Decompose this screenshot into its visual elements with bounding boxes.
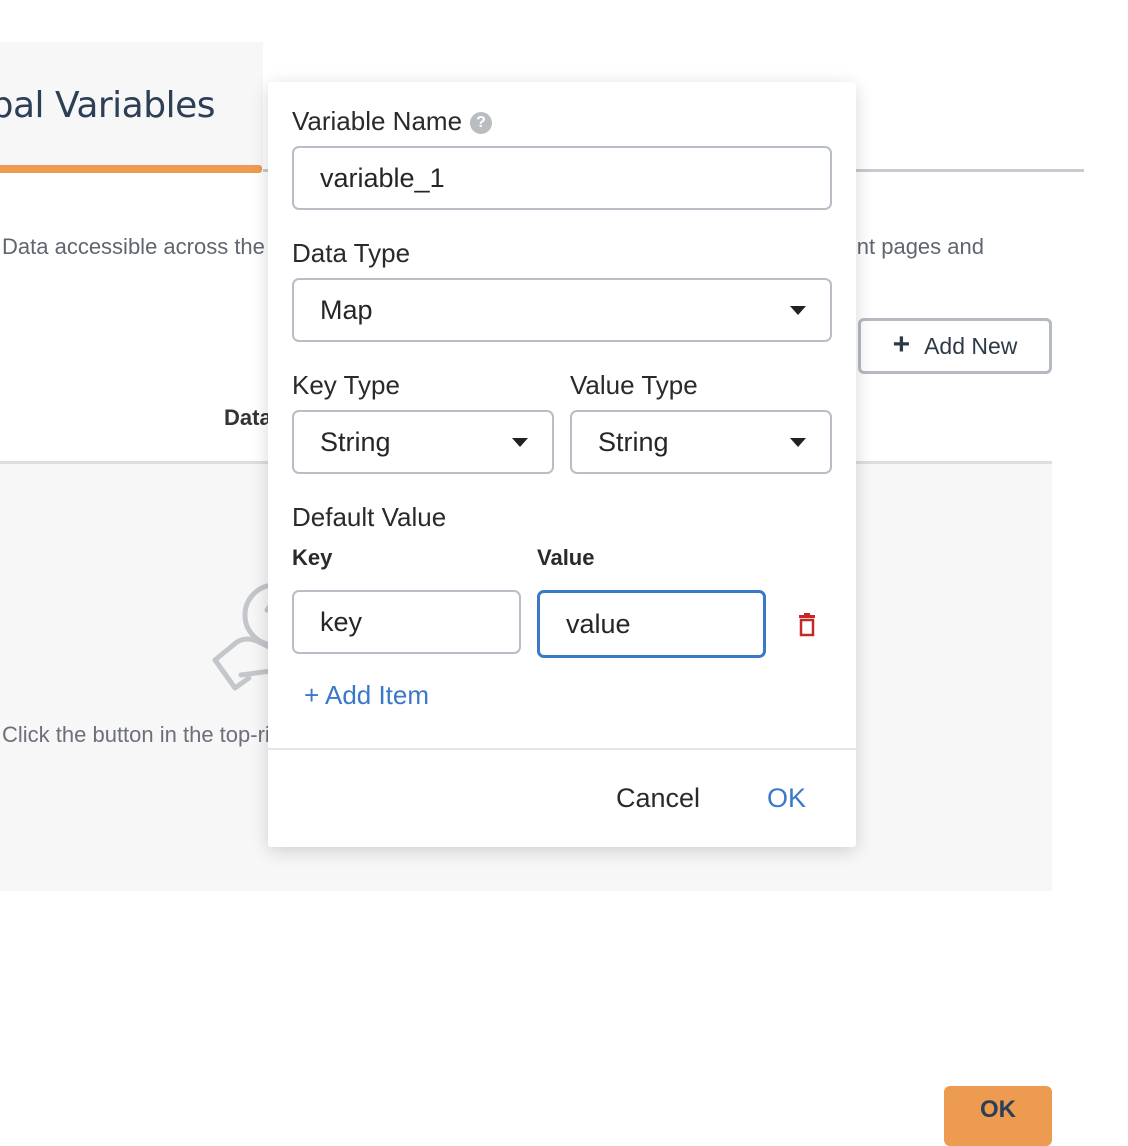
item-key-value: key (320, 606, 363, 637)
item-value-value: value (566, 608, 631, 639)
page-description-continued: ent pages and (856, 234, 984, 259)
key-type-select[interactable]: String (292, 410, 554, 474)
empty-state-text: Click the button in the top-right (2, 722, 268, 747)
value-type-select[interactable]: String (570, 410, 832, 474)
value-column-label: Value (537, 545, 595, 570)
value-type-label: Value Type (570, 370, 698, 400)
item-key-input[interactable]: key (292, 590, 521, 654)
chevron-down-icon (512, 438, 528, 447)
page-description: Data accessible across the entire applic… (2, 234, 268, 259)
variable-dialog: Variable Name? variable_1 Data Type Map … (268, 82, 856, 847)
tab-title: Global Variables (0, 85, 215, 126)
data-type-value: Map (320, 294, 373, 325)
ok-button[interactable]: OK (767, 781, 806, 815)
key-column-label: Key (292, 545, 333, 570)
trash-icon[interactable] (796, 613, 818, 637)
key-type-value: String (320, 426, 391, 457)
add-item-link[interactable]: + Add Item (304, 679, 429, 711)
variable-name-value: variable_1 (320, 162, 445, 193)
chevron-down-icon (790, 306, 806, 315)
item-value-input[interactable]: value (537, 590, 766, 658)
data-type-label: Data Type (292, 238, 411, 268)
data-type-select[interactable]: Map (292, 278, 832, 342)
add-new-button[interactable]: + Add New (858, 318, 1052, 374)
chevron-down-icon (790, 438, 806, 447)
default-value-label: Default Value (292, 502, 447, 532)
value-type-value: String (598, 426, 669, 457)
dialog-footer-divider (268, 748, 856, 750)
key-type-label: Key Type (292, 370, 400, 400)
help-icon[interactable]: ? (470, 112, 493, 135)
cancel-button[interactable]: Cancel (616, 781, 700, 815)
plus-icon: + (892, 328, 911, 361)
variable-name-label: Variable Name? (292, 105, 493, 137)
empty-state-icon (205, 575, 275, 700)
variable-name-input[interactable]: variable_1 (292, 146, 832, 210)
add-new-label: Add New (924, 332, 1018, 359)
page-ok-button[interactable]: OK (944, 1086, 1052, 1146)
active-tab-indicator (0, 165, 262, 173)
column-header-data-type: Data Type (224, 405, 268, 430)
